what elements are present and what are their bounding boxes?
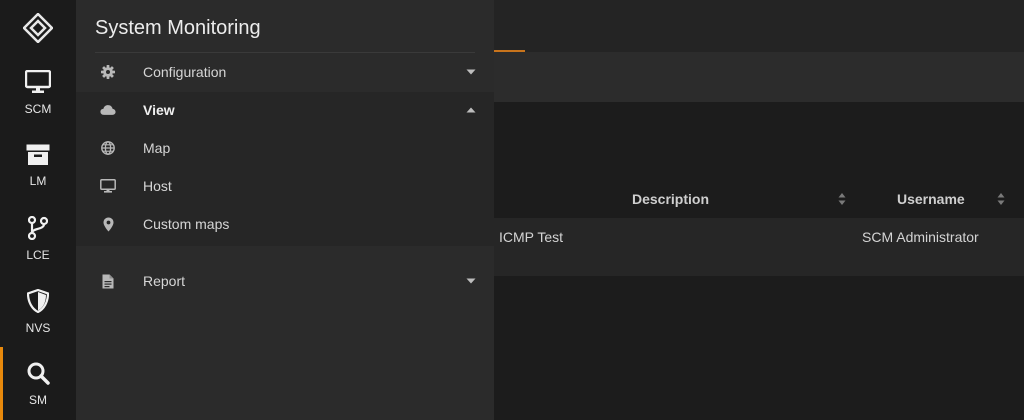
caret-up-icon (466, 107, 476, 113)
rail-item-label: LM (29, 173, 47, 188)
map-pin-icon (100, 216, 116, 232)
rail-item-label: SM (29, 392, 47, 407)
rail-item-nvs[interactable]: NVS (0, 275, 76, 348)
app-rail: SCM LM LCE NVS SM (0, 0, 76, 420)
logo[interactable] (0, 0, 76, 56)
menu-item-map[interactable]: Map (76, 129, 494, 167)
rail-item-scm[interactable]: SCM (0, 56, 76, 129)
shield-icon (27, 288, 49, 313)
cell-username: SCM Administrator (862, 229, 979, 245)
column-header-username[interactable]: Username (897, 180, 965, 218)
menu-item-view[interactable]: View (76, 91, 494, 129)
menu-item-configuration[interactable]: Configuration (76, 53, 494, 91)
menu-item-label: Map (143, 140, 171, 156)
git-branch-icon (28, 215, 48, 240)
system-monitoring-menu-panel: System Monitoring Configuration View Map… (76, 0, 494, 420)
menu-item-custom-maps[interactable]: Custom maps (76, 205, 494, 243)
menu-item-report[interactable]: Report (76, 262, 494, 300)
rail-item-label: LCE (26, 247, 50, 262)
table-row[interactable]: ICMP Test SCM Administrator (494, 218, 1024, 276)
menu-item-label: Report (143, 273, 186, 289)
rail-item-label: NVS (25, 320, 51, 335)
cell-description: ICMP Test (499, 229, 564, 245)
logo-icon (23, 13, 53, 43)
table-header: Description Username (494, 180, 1024, 218)
monitor-icon (100, 178, 116, 194)
search-icon (27, 362, 50, 385)
sort-icon[interactable] (838, 192, 846, 206)
sort-icon[interactable] (997, 192, 1005, 206)
menu-item-label: View (143, 102, 175, 118)
column-header-description[interactable]: Description (632, 180, 709, 218)
rail-item-label: SCM (24, 101, 52, 116)
menu-item-host[interactable]: Host (76, 167, 494, 205)
caret-down-icon (466, 69, 476, 75)
monitor-icon (25, 69, 51, 93)
globe-icon (100, 140, 116, 156)
rail-item-sm[interactable]: SM (0, 347, 76, 420)
menu-item-label: Host (143, 178, 172, 194)
menu-item-label: Custom maps (143, 216, 230, 232)
cloud-icon (100, 102, 116, 118)
rail-item-lm[interactable]: LM (0, 129, 76, 202)
document-icon (100, 273, 116, 289)
archive-box-icon (26, 144, 50, 165)
app: Description Username ICMP Test SCM Admin… (0, 0, 1024, 420)
rail-item-lce[interactable]: LCE (0, 202, 76, 275)
menu-item-label: Configuration (143, 64, 227, 80)
gear-icon (100, 64, 116, 80)
caret-down-icon (466, 278, 476, 284)
panel-title: System Monitoring (95, 17, 261, 39)
